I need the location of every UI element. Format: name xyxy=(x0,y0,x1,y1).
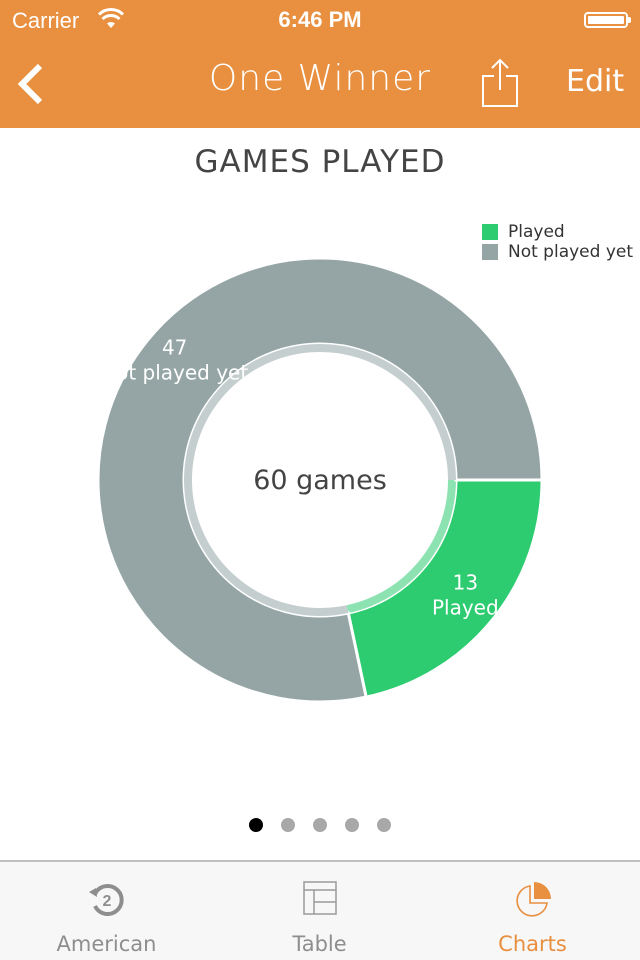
tab-american[interactable]: 2 American xyxy=(0,862,213,960)
replay-2-icon: 2 xyxy=(87,880,127,924)
page-control[interactable] xyxy=(0,818,640,832)
tab-label: American xyxy=(56,932,157,956)
page-dot[interactable] xyxy=(345,818,359,832)
svg-text:2: 2 xyxy=(102,893,111,910)
tab-bar: 2 American Table Charts xyxy=(0,860,640,960)
tab-table[interactable]: Table xyxy=(213,862,426,960)
page-dot[interactable] xyxy=(281,818,295,832)
center-label: 60 games xyxy=(253,465,387,496)
page-dot[interactable] xyxy=(249,818,263,832)
tab-label: Charts xyxy=(498,932,567,956)
tab-label: Table xyxy=(292,932,347,956)
table-icon xyxy=(302,880,338,920)
tab-charts[interactable]: Charts xyxy=(426,862,639,960)
donut-chart: 13 Played47 Not played yet60 games xyxy=(96,256,544,704)
pie-chart-icon xyxy=(513,880,553,924)
page-dot[interactable] xyxy=(313,818,327,832)
page-dot[interactable] xyxy=(377,818,391,832)
